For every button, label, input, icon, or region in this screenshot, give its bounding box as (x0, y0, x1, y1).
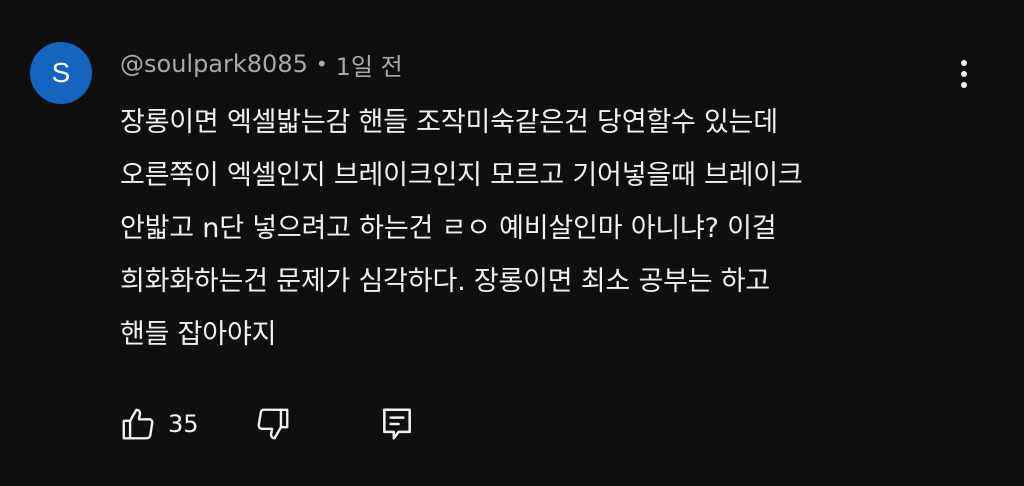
comment-header: @soulpark8085 • 1일 전 (120, 46, 403, 82)
avatar-letter: S (51, 57, 71, 88)
dislike-button[interactable] (251, 402, 295, 446)
comment-item: S @soulpark8085 • 1일 전 장롱이면 엑셀밟는감 핸들 조작미… (0, 0, 1024, 486)
comment-text-line: 안밟고 n단 넣으려고 하는건 ㄹㅇ 예비살인마 아니냐? 이걸 (120, 213, 777, 244)
comment-text-line: 장롱이면 엑셀밟는감 핸들 조작미숙같은건 당연할수 있는데 (120, 107, 778, 138)
comment-text-line: 희화화하는건 문제가 심각하다. 장롱이면 최소 공부는 하고 (120, 266, 771, 297)
reply-comment-icon (382, 408, 411, 440)
like-count: 35 (168, 410, 199, 438)
comment-text: 장롱이면 엑셀밟는감 핸들 조작미숙같은건 당연할수 있는데 오른쪽이 엑셀인지… (120, 96, 980, 361)
menu-dot (961, 71, 967, 77)
more-vertical-icon[interactable] (944, 52, 984, 96)
menu-dot (961, 82, 967, 88)
comment-actions: 35 (116, 402, 419, 446)
thumbs-down-icon (257, 408, 288, 440)
author-name[interactable]: @soulpark8085 (120, 50, 308, 78)
comment-text-line: 오른쪽이 엑셀인지 브레이크인지 모르고 기어넣을때 브레이크 (120, 160, 803, 191)
reply-button[interactable] (375, 402, 419, 446)
comment-text-line: 핸들 잡아야지 (120, 319, 277, 350)
comment-time[interactable]: 1일 전 (336, 47, 403, 82)
menu-dot (961, 60, 967, 66)
avatar[interactable]: S (30, 42, 92, 104)
like-button[interactable] (116, 402, 160, 446)
thumbs-up-icon (122, 408, 154, 440)
meta-separator: • (315, 52, 328, 76)
